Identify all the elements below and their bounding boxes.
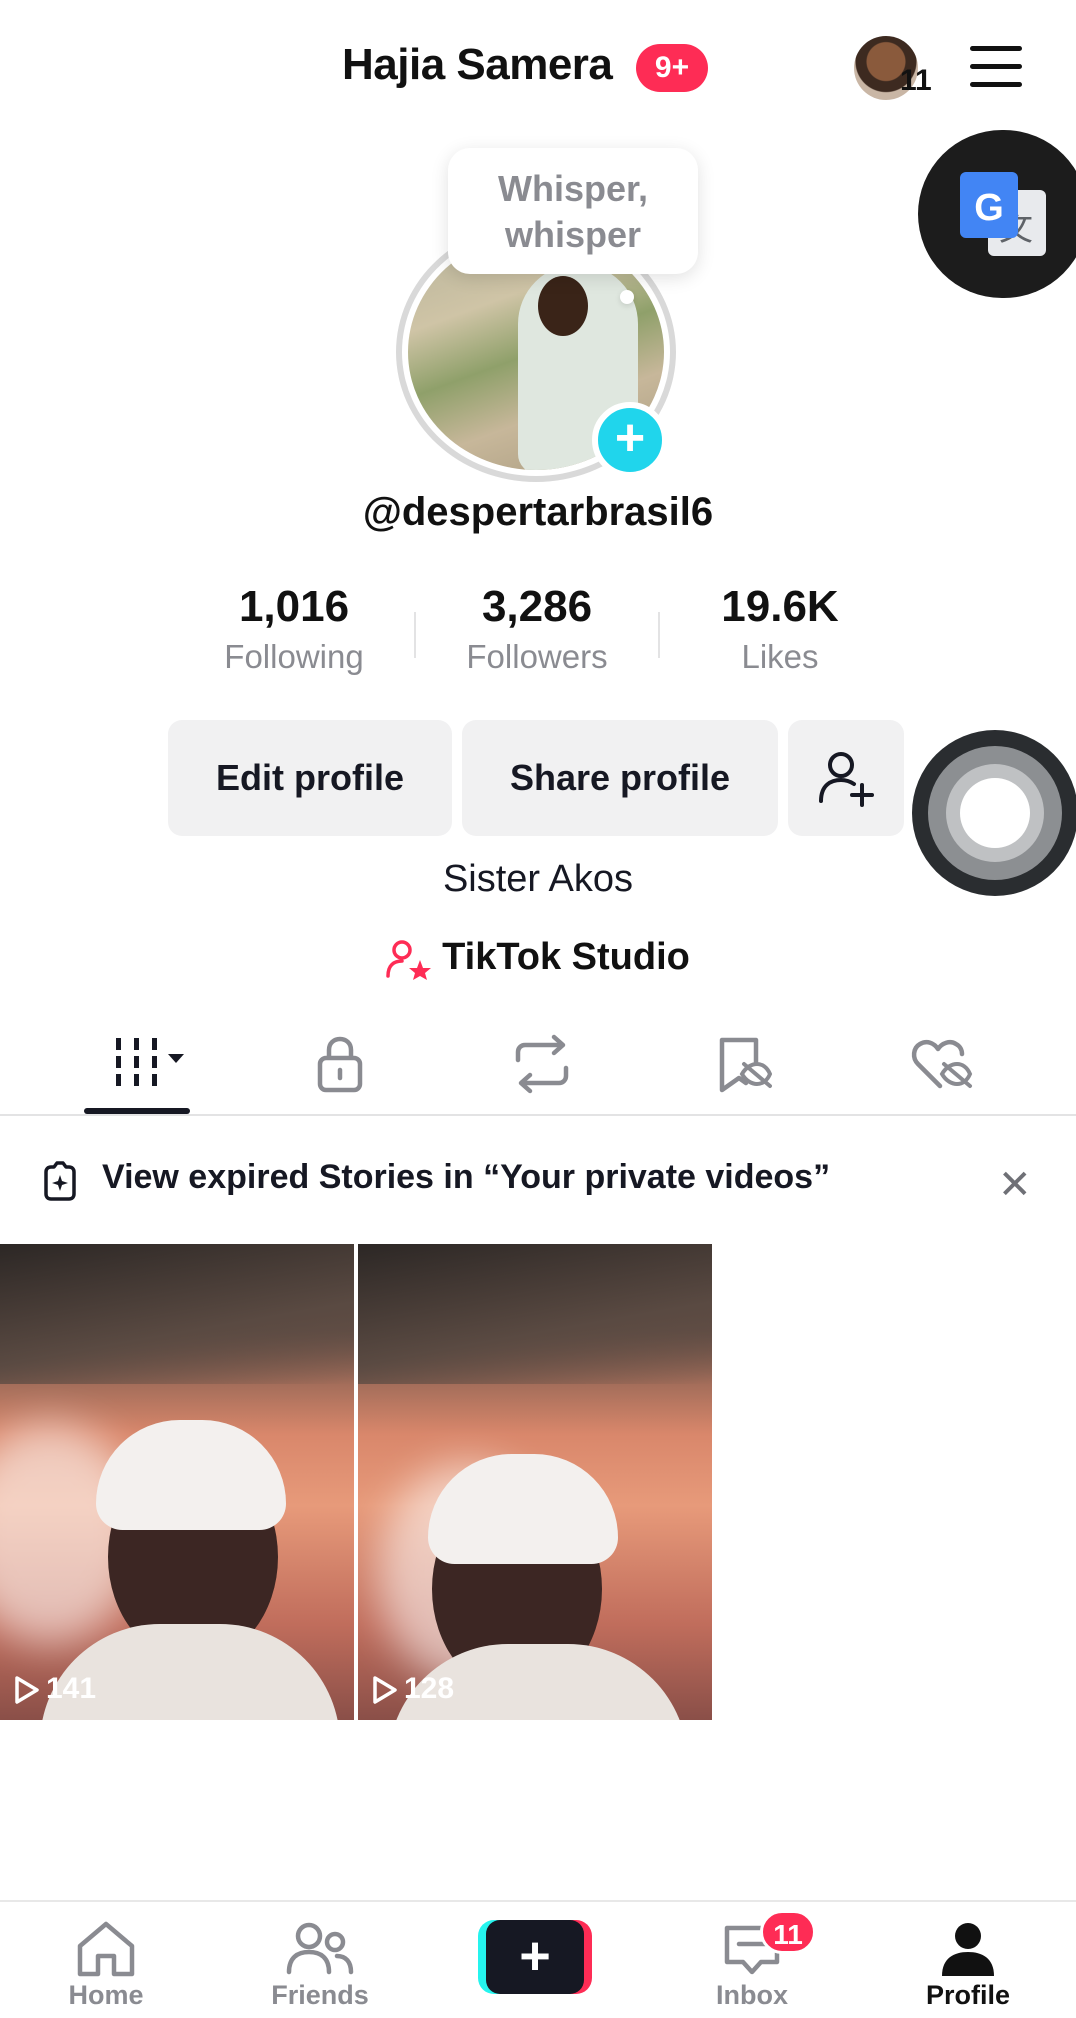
tab-reposts[interactable] <box>466 1028 606 1118</box>
tiktok-studio-link[interactable]: TikTok Studio <box>0 936 1076 980</box>
followers-label: Followers <box>466 638 608 675</box>
status-note-tail <box>620 290 634 304</box>
account-switch-count: 11 <box>900 64 932 97</box>
status-note-line-1: Whisper, <box>497 168 649 209</box>
profile-icon <box>942 1923 994 1976</box>
share-profile-button[interactable]: Share profile <box>462 720 778 836</box>
nav-inbox-label: Inbox <box>716 1980 788 2010</box>
followers-count: 3,286 <box>481 582 593 631</box>
add-friends-button[interactable] <box>788 720 904 836</box>
videos-grid-icon <box>116 1038 184 1086</box>
stat-divider <box>658 612 660 658</box>
view-count-value: 141 <box>46 1672 97 1705</box>
following-count: 1,016 <box>238 582 350 631</box>
following-stat[interactable]: 1,016 Following <box>194 580 394 676</box>
plus-icon: + <box>486 1920 584 1994</box>
nav-profile-label: Profile <box>925 1980 1011 2010</box>
bottom-nav: Home Friends + Inbox Profile <box>0 1900 1076 2018</box>
account-badge[interactable]: 9+ <box>636 44 708 92</box>
likes-stat[interactable]: 19.6K Likes <box>680 580 880 676</box>
video-thumbnail[interactable]: 141 <box>0 1244 354 1720</box>
close-icon[interactable]: ✕ <box>998 1162 1032 1208</box>
tab-favorites[interactable] <box>668 1028 808 1118</box>
tab-liked[interactable] <box>866 1028 1006 1118</box>
tab-private[interactable] <box>268 1028 408 1118</box>
video-thumbnail[interactable]: 128 <box>358 1244 712 1720</box>
nav-friends-label: Friends <box>271 1980 369 2010</box>
creator-star-icon <box>386 940 432 980</box>
tab-divider <box>0 1114 1076 1116</box>
nav-home[interactable]: Home <box>26 1920 186 2011</box>
bookmark-hidden-icon <box>719 1037 772 1093</box>
hamburger-menu-icon[interactable] <box>970 46 1022 88</box>
svg-text:G: G <box>974 187 1004 229</box>
view-count: 128 <box>372 1672 454 1706</box>
repost-icon <box>515 1034 569 1094</box>
nav-profile[interactable]: Profile <box>888 1920 1048 2011</box>
likes-count: 19.6K <box>721 582 839 631</box>
translate-button[interactable]: 文 G <box>918 130 1076 298</box>
username: @despertarbrasil6 <box>362 490 714 534</box>
stat-divider <box>414 612 416 658</box>
status-note-line-2: whisper <box>504 214 642 255</box>
nav-home-label: Home <box>68 1980 144 2010</box>
bio-text: Sister Akos <box>442 858 634 900</box>
inbox-badge: 11 <box>760 1910 816 1954</box>
expired-stories-text: View expired Stories in “Your private vi… <box>102 1158 831 1196</box>
likes-label: Likes <box>741 638 819 675</box>
view-count-value: 128 <box>404 1672 455 1705</box>
tiktok-studio-label: TikTok Studio <box>442 936 690 978</box>
story-sparkle-icon <box>44 1161 76 1201</box>
home-icon <box>77 1921 135 1977</box>
nav-friends[interactable]: Friends <box>240 1920 400 2011</box>
following-label: Following <box>224 638 364 675</box>
play-icon <box>373 1676 397 1704</box>
page-title: Hajia Samera <box>342 40 613 89</box>
google-translate-icon: 文 G <box>960 172 1046 256</box>
create-button[interactable]: + <box>478 1920 592 1994</box>
heart-hidden-icon <box>911 1039 973 1089</box>
tab-videos[interactable] <box>68 1028 208 1118</box>
expired-stories-banner[interactable]: View expired Stories in “Your private vi… <box>0 1134 1076 1230</box>
lock-icon <box>317 1036 363 1093</box>
add-story-button[interactable]: + <box>592 402 668 478</box>
followers-stat[interactable]: 3,286 Followers <box>437 580 637 676</box>
play-icon <box>15 1676 39 1704</box>
add-user-icon <box>819 752 874 807</box>
friends-icon <box>286 1922 354 1975</box>
view-count: 141 <box>14 1672 96 1706</box>
status-note[interactable]: Whisper, whisper <box>448 148 698 274</box>
edit-profile-button[interactable]: Edit profile <box>168 720 452 836</box>
